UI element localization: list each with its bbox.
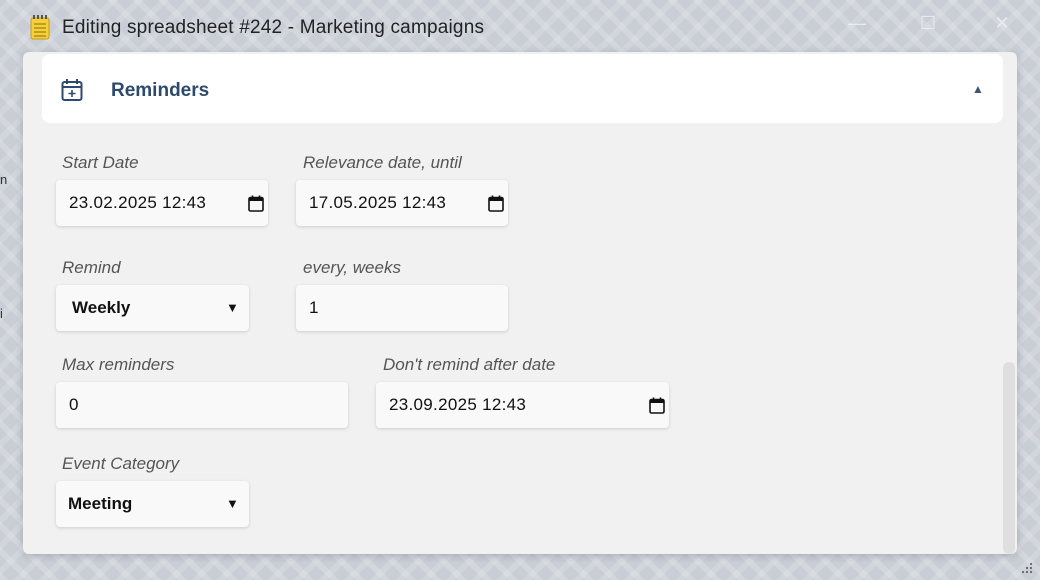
calendar-icon[interactable]: [248, 195, 264, 212]
start-date-label: Start Date: [62, 153, 139, 172]
collapse-icon[interactable]: ▲: [970, 81, 986, 97]
relevance-date-label: Relevance date, until: [303, 153, 462, 172]
background-text-fragment: i: [0, 306, 3, 321]
start-date-value: 23.02.2025 12:43: [69, 193, 207, 212]
max-reminders-input[interactable]: 0: [56, 382, 348, 428]
start-date-field[interactable]: 23.02.2025 12:43: [56, 180, 268, 226]
event-category-label: Event Category: [62, 454, 180, 473]
dont-remind-after-value: 23.09.2025 12:43: [389, 395, 527, 414]
chevron-down-icon: ▼: [226, 496, 239, 511]
every-weeks-value: 1: [309, 298, 319, 317]
max-reminders-value: 0: [69, 395, 79, 414]
notepad-icon: [30, 15, 50, 40]
editor-dialog: Reminders ▲ Start Date 23.02.2025 12:43 …: [23, 52, 1017, 554]
every-weeks-label: every, weeks: [303, 258, 401, 277]
maximize-button[interactable]: ☐: [913, 10, 943, 36]
calendar-icon[interactable]: [649, 397, 665, 414]
calendar-plus-icon: [61, 79, 83, 101]
relevance-date-value: 17.05.2025 12:43: [309, 193, 447, 212]
remind-select[interactable]: Weekly ▼: [56, 285, 249, 331]
dont-remind-after-label: Don't remind after date: [383, 355, 556, 374]
event-category-value: Meeting: [68, 494, 133, 513]
calendar-icon[interactable]: [488, 195, 504, 212]
resize-grip-icon[interactable]: [1019, 560, 1033, 574]
section-title: Reminders: [111, 80, 210, 101]
minimize-button[interactable]: —: [842, 10, 872, 36]
relevance-date-field[interactable]: 17.05.2025 12:43: [296, 180, 508, 226]
reminders-section-header[interactable]: Reminders ▲: [42, 54, 1003, 123]
max-reminders-label: Max reminders: [62, 355, 175, 374]
every-weeks-input[interactable]: 1: [296, 285, 508, 331]
chevron-down-icon: ▼: [226, 300, 239, 315]
event-category-select[interactable]: Meeting ▼: [56, 481, 249, 527]
remind-value: Weekly: [72, 298, 131, 317]
title-bar: Editing spreadsheet #242 - Marketing cam…: [0, 0, 1040, 52]
window-title: Editing spreadsheet #242 - Marketing cam…: [62, 17, 485, 38]
dont-remind-after-field[interactable]: 23.09.2025 12:43: [376, 382, 669, 428]
background-text-fragment: n: [0, 172, 8, 187]
vertical-scrollbar[interactable]: [1003, 362, 1015, 554]
close-button[interactable]: ✕: [987, 10, 1017, 36]
remind-label: Remind: [62, 258, 121, 277]
